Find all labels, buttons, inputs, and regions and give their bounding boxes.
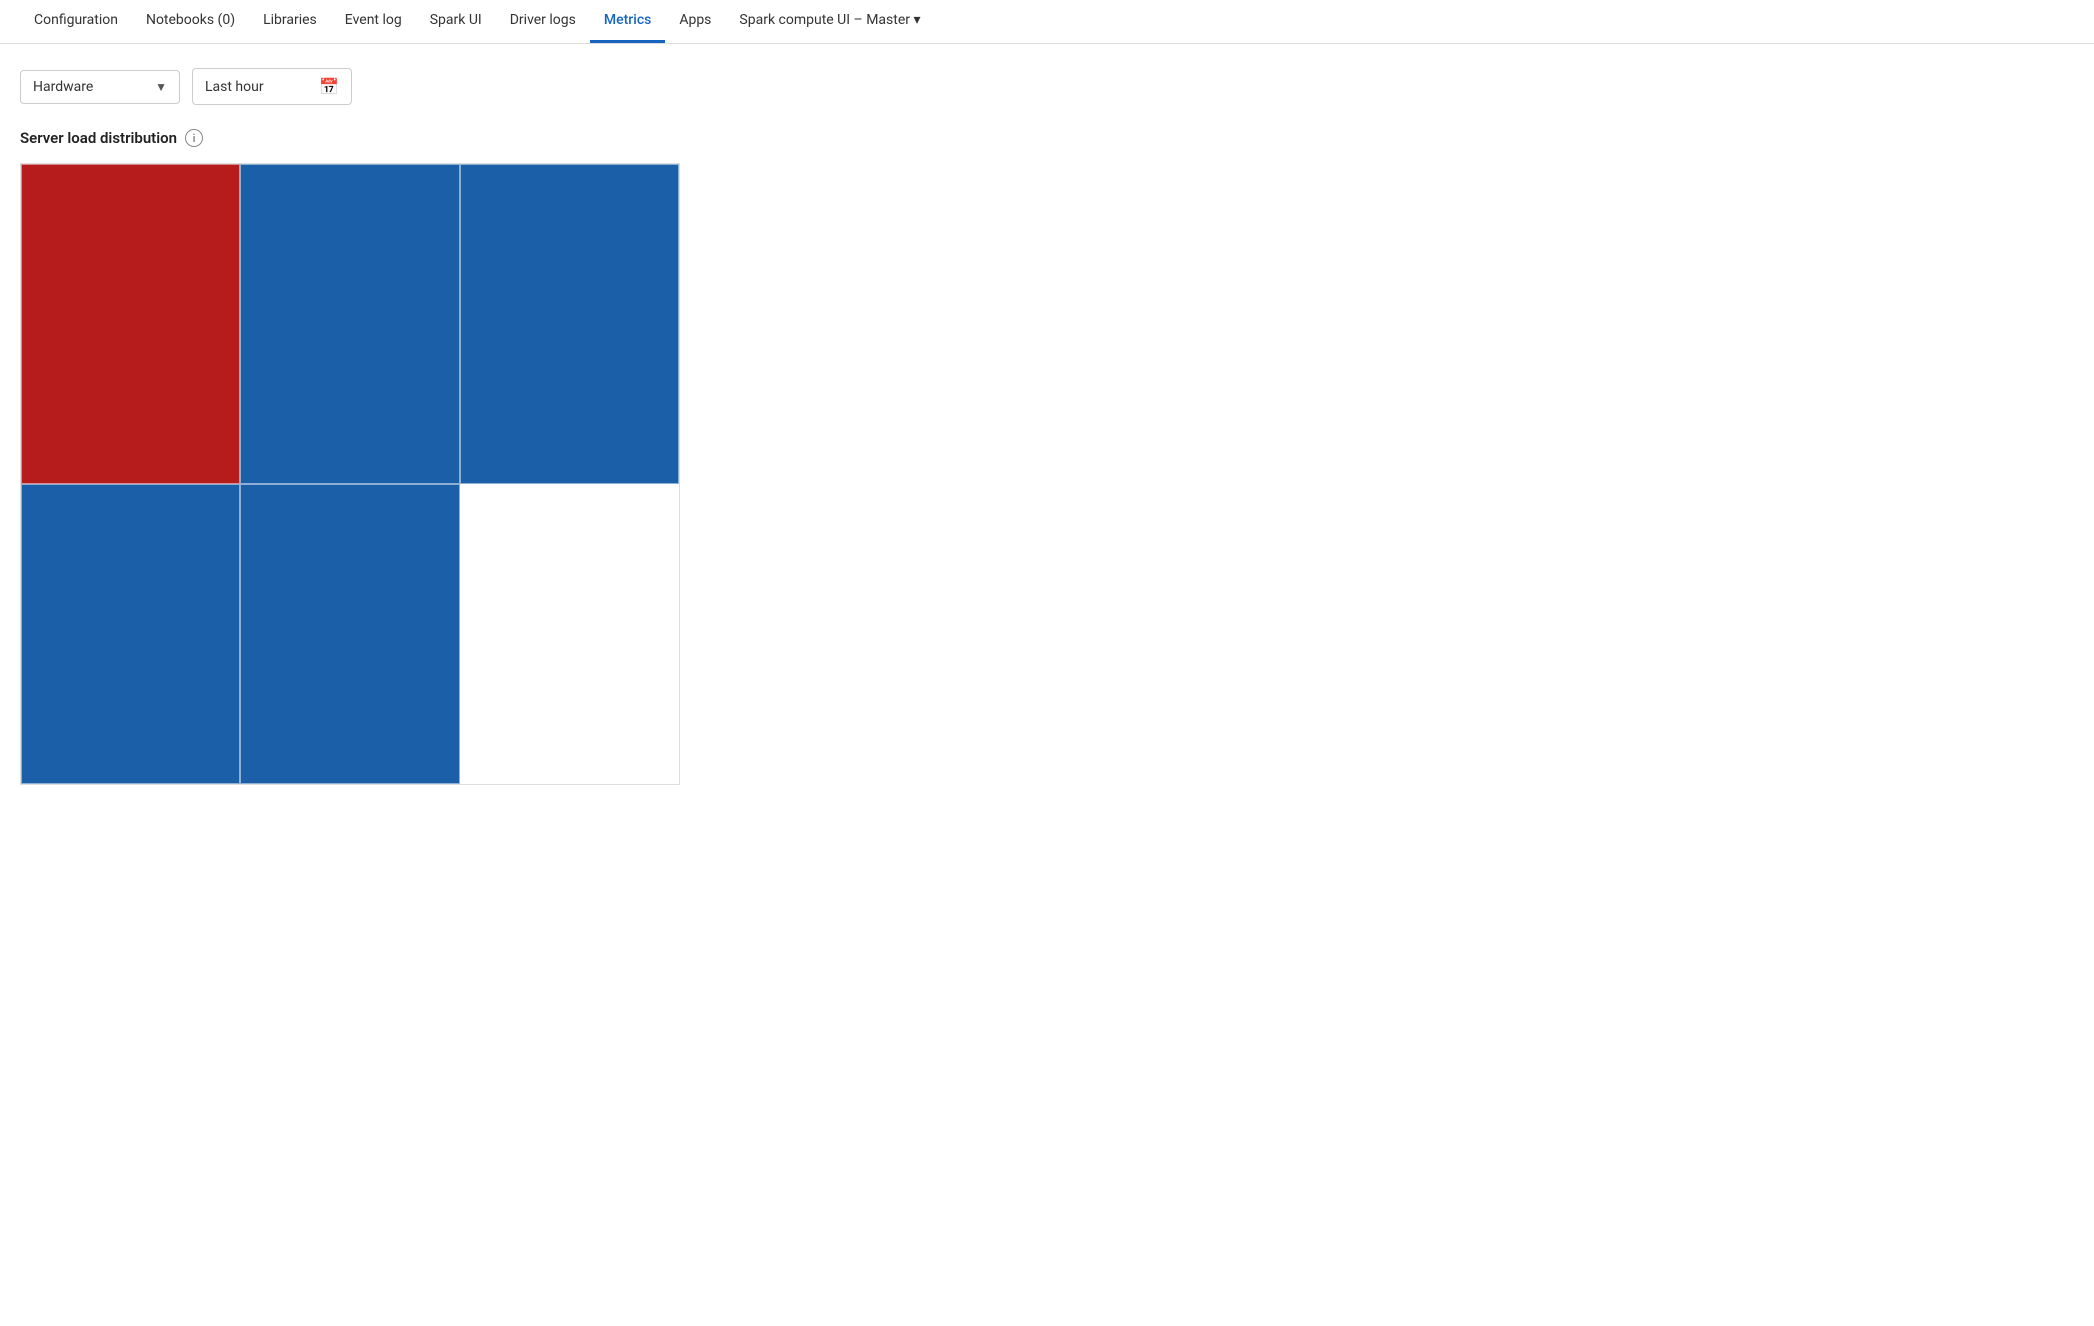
treemap-container	[20, 163, 680, 785]
time-range-picker[interactable]: Last hour 📅	[192, 68, 352, 105]
treemap-cell-1-3	[460, 164, 679, 484]
nav-item-spark-compute-ui[interactable]: Spark compute UI – Master ▾	[725, 0, 934, 43]
toolbar: Hardware ▼ Last hour 📅	[0, 44, 2094, 121]
treemap-cell-2-3	[460, 484, 679, 784]
nav-item-metrics[interactable]: Metrics	[590, 0, 665, 43]
hardware-dropdown[interactable]: Hardware ▼	[20, 70, 180, 104]
treemap-cell-2-1	[21, 484, 240, 784]
section-title: Server load distribution i	[20, 129, 2074, 147]
treemap-cell-2-2	[240, 484, 459, 784]
main-content: Server load distribution i	[0, 121, 2094, 805]
treemap-cell-1-2	[240, 164, 459, 484]
nav-item-apps[interactable]: Apps	[665, 0, 725, 43]
nav-item-configuration[interactable]: Configuration	[20, 0, 132, 43]
nav-item-spark-ui[interactable]: Spark UI	[416, 0, 496, 43]
treemap-cell-1-1	[21, 164, 240, 484]
nav-item-notebooks[interactable]: Notebooks (0)	[132, 0, 249, 43]
chevron-down-icon: ▼	[155, 80, 167, 94]
nav-item-driver-logs[interactable]: Driver logs	[496, 0, 590, 43]
nav-item-libraries[interactable]: Libraries	[249, 0, 331, 43]
info-icon[interactable]: i	[185, 129, 203, 147]
nav-item-event-log[interactable]: Event log	[331, 0, 416, 43]
calendar-icon: 📅	[319, 77, 339, 96]
nav-bar: Configuration Notebooks (0) Libraries Ev…	[0, 0, 2094, 44]
